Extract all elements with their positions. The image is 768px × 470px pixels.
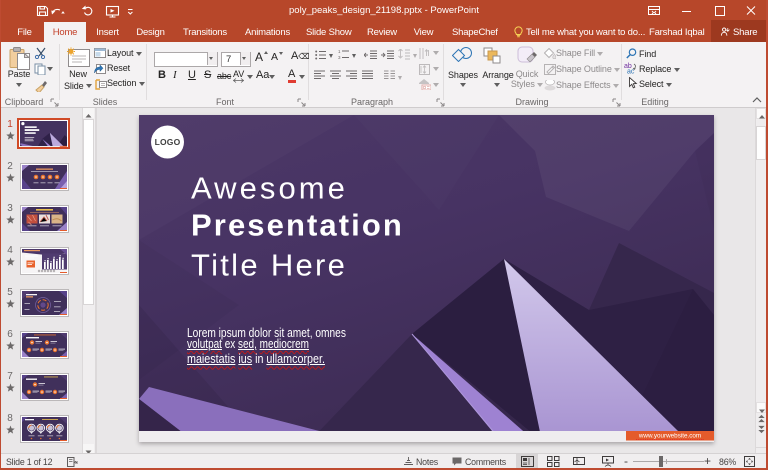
svg-text:Title Here: Title Here — [191, 248, 347, 283]
svg-text:www.yourwebsite.com: www.yourwebsite.com — [638, 433, 701, 440]
svg-text:LOGO: LOGO — [155, 137, 181, 147]
svg-text:Presentation: Presentation — [191, 208, 404, 243]
svg-text:Awesome: Awesome — [191, 171, 348, 206]
svg-text:3: 3 — [338, 55, 341, 60]
svg-text:1: 1 — [338, 49, 341, 54]
